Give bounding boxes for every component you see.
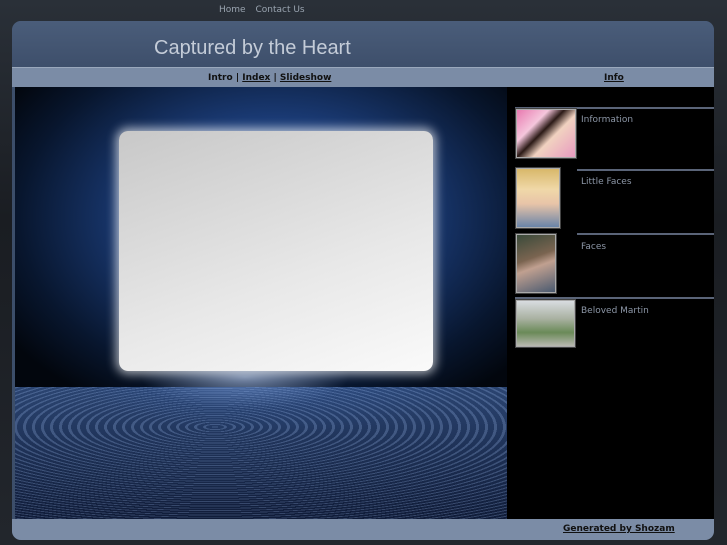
gallery-thumbnail-information[interactable] [516,109,576,158]
gallery-item-little-faces[interactable]: Little Faces [507,168,714,233]
intro-screen-panel [119,131,433,371]
site-title: Captured by the Heart [154,37,351,59]
contact-us-link[interactable]: Contact Us [255,5,304,15]
gallery-thumbnail-little-faces[interactable] [516,168,560,228]
main-nav: Intro | Index | Slideshow [208,73,331,83]
gallery-thumbnail-faces[interactable] [516,234,556,293]
info-link[interactable]: Info [604,73,624,83]
site-footer: Generated by Shozam [12,519,714,540]
home-link[interactable]: Home [219,5,246,15]
nav-index-link[interactable]: Index [242,73,270,83]
intro-stage [15,87,507,519]
gallery-item-beloved-martin[interactable]: Beloved Martin [507,297,714,357]
gallery-label[interactable]: Beloved Martin [581,306,649,316]
water-reflection [15,387,507,519]
gallery-divider [577,233,714,235]
gallery-item-information[interactable]: Information [507,107,714,169]
nav-intro: Intro [208,73,233,83]
gallery-divider [577,169,714,171]
gallery-item-faces[interactable]: Faces [507,233,714,297]
gallery-sidebar: Information Little Faces Faces Beloved M… [507,87,714,519]
gallery-label[interactable]: Information [581,115,633,125]
gallery-thumbnail-beloved-martin[interactable] [516,300,575,347]
site-header: Captured by the Heart [12,21,714,67]
generated-by-link[interactable]: Generated by Shozam [563,524,675,534]
nav-slideshow-link[interactable]: Slideshow [280,73,331,83]
nav-separator: | [270,73,280,83]
gallery-divider [515,297,714,299]
nav-separator: | [232,73,243,83]
top-nav: Home Contact Us [219,5,312,15]
site-frame: Captured by the Heart Intro | Index | Sl… [12,21,714,540]
gallery-label[interactable]: Faces [581,242,606,252]
gallery-label[interactable]: Little Faces [581,177,632,187]
nav-bar: Intro | Index | Slideshow Info [12,67,714,87]
